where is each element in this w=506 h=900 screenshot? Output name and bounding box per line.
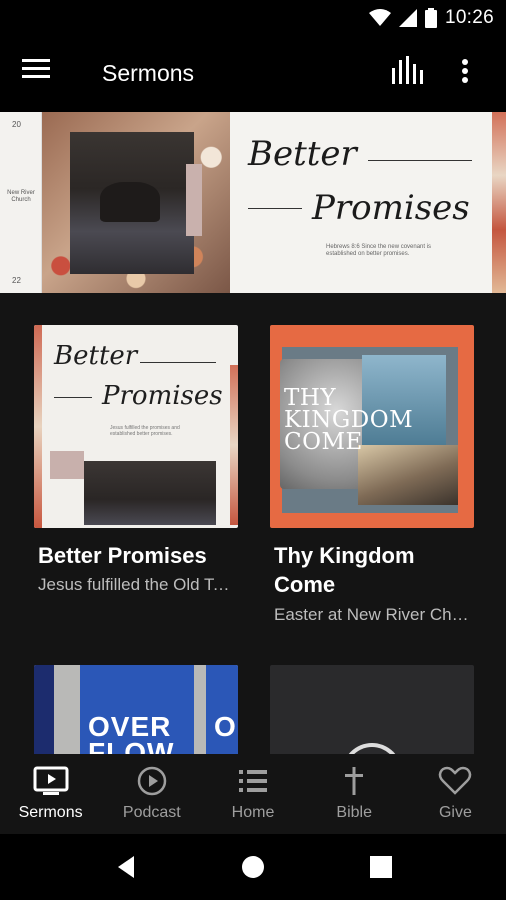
artwork-flower-edge-right: [230, 365, 238, 525]
nav-label: Bible: [336, 804, 372, 821]
menu-icon: [22, 59, 50, 78]
series-artwork: OVER FLOW O: [34, 665, 238, 754]
artwork-photo: [84, 461, 216, 525]
series-card[interactable]: THY KINGDOM COME Thy Kingdom Come Easter…: [270, 325, 474, 635]
page-title: Sermons: [102, 60, 195, 86]
series-title: Better Promises: [38, 543, 207, 568]
artwork-small-text: Jesus fulfilled the promises and establi…: [110, 425, 180, 437]
nav-item-bible[interactable]: Bible: [304, 754, 405, 834]
nav-item-podcast[interactable]: Podcast: [101, 754, 202, 834]
status-bar: 10:26: [0, 0, 506, 36]
artwork-divider-1: [140, 362, 216, 363]
cell-signal-icon: [398, 9, 417, 27]
more-vert-icon: [462, 59, 468, 83]
banner-side-top: 20: [12, 120, 21, 129]
banner-pink-block: [186, 164, 202, 236]
menu-button[interactable]: [22, 58, 58, 90]
series-card[interactable]: OVER FLOW O: [34, 665, 238, 754]
list-icon: [239, 770, 267, 792]
banner-title-line-1: Better: [248, 134, 357, 174]
featured-series-banner[interactable]: 20 New River Church 22 Better Promises H…: [0, 112, 506, 293]
status-time: 10:26: [444, 7, 494, 28]
banner-side-strip: 20 New River Church 22: [0, 112, 42, 293]
banner-side-bottom: 22: [12, 276, 21, 285]
banner-scripture-text: Hebrews 8:6 Since the new covenant is es…: [326, 244, 432, 257]
nav-label: Podcast: [122, 804, 181, 821]
series-card[interactable]: Better Promises Jesus fulfilled the prom…: [34, 325, 238, 615]
nav-label: Home: [231, 804, 275, 821]
app-bar: Sermons: [0, 36, 506, 112]
artwork-text-line-2: FLOW: [88, 737, 175, 754]
artwork-title-line-1: Better: [54, 341, 138, 371]
play-circle-icon: [137, 766, 167, 796]
more-options-button[interactable]: [460, 58, 490, 90]
heart-icon: [439, 766, 472, 795]
audio-player-button[interactable]: [390, 56, 430, 92]
banner-title-line-2: Promises: [312, 188, 470, 228]
nav-item-sermons[interactable]: Sermons: [0, 754, 101, 834]
nav-label: Give: [438, 804, 472, 821]
banner-flower-edge: [492, 112, 506, 293]
back-icon[interactable]: [114, 854, 140, 880]
nav-item-home[interactable]: Home: [202, 754, 303, 834]
battery-icon: [424, 8, 437, 28]
banner-church-label: New River Church: [7, 190, 35, 203]
nav-item-give[interactable]: Give: [405, 754, 506, 834]
bottom-navigation: Sermons Podcast Home Bible Give: [0, 754, 506, 834]
artwork-text: THY KINGDOM COME: [284, 385, 414, 455]
recents-icon[interactable]: [368, 854, 394, 880]
series-subtitle: Easter at New River Church: [274, 605, 474, 624]
status-icons: 10:26: [368, 6, 494, 30]
content-area: 20 New River Church 22 Better Promises H…: [0, 112, 506, 754]
series-artwork: Better Promises Jesus fulfilled the prom…: [34, 325, 238, 528]
series-artwork: THY KINGDOM COME: [270, 325, 474, 528]
artwork-pink-block: [50, 451, 84, 479]
tv-play-icon: [33, 766, 69, 795]
series-subtitle: Jesus fulfilled the Old Testament: [38, 575, 238, 594]
cross-icon: [345, 767, 364, 795]
home-circle-icon[interactable]: [240, 854, 266, 880]
banner-divider-2: [248, 208, 302, 209]
wifi-icon: [368, 9, 391, 26]
artwork-divider-2: [54, 397, 92, 398]
artwork-logo-icon: [342, 743, 402, 754]
series-artwork: [270, 665, 474, 754]
system-navigation-bar: [0, 834, 506, 900]
banner-divider-1: [368, 160, 472, 161]
series-title: Thy Kingdom Come: [274, 543, 415, 597]
banner-photo: [70, 132, 194, 274]
artwork-title-line-2: Promises: [102, 381, 223, 411]
series-card[interactable]: [270, 665, 474, 754]
artwork-mountain: [358, 445, 458, 505]
nav-label: Sermons: [18, 804, 83, 821]
equalizer-icon: [392, 56, 423, 84]
artwork-flower-edge: [34, 325, 42, 528]
artwork-text-fragment: O: [214, 711, 236, 742]
